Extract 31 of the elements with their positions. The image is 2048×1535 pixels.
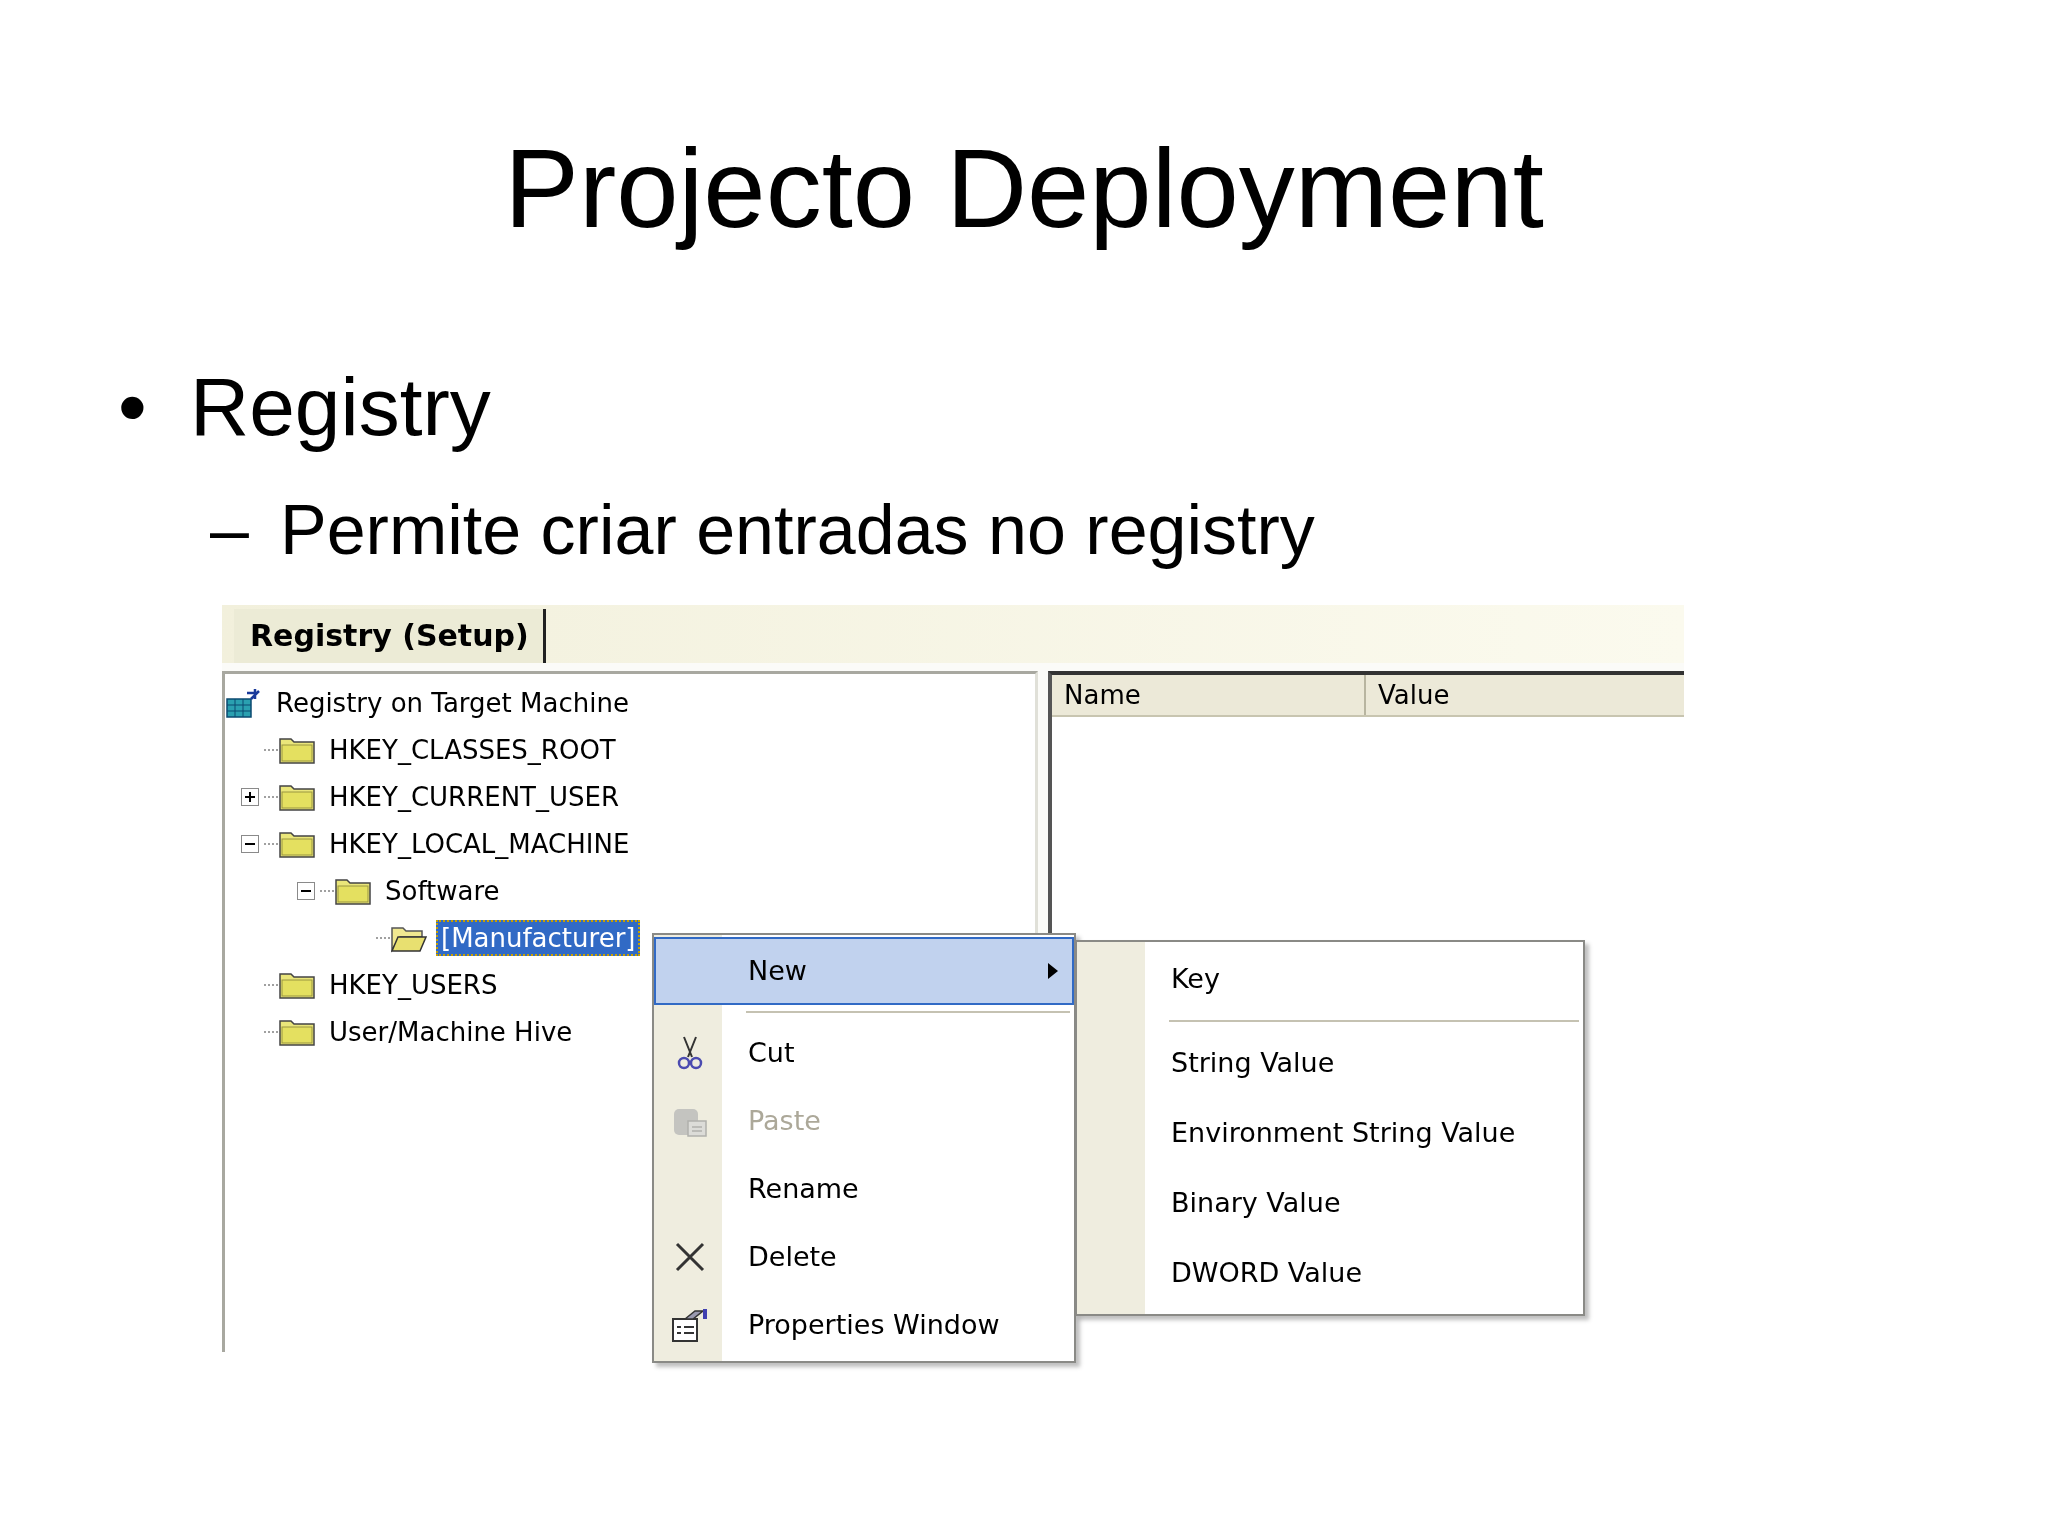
delete-icon [674,1240,706,1273]
expand-icon[interactable] [241,788,259,807]
menu-item[interactable]: Key [1171,963,1220,995]
menu-item[interactable]: DWORD Value [1171,1257,1363,1289]
menu-item[interactable]: Rename [748,1173,859,1205]
properties-icon [671,1306,709,1343]
menu-item[interactable]: New [748,955,807,987]
collapse-icon[interactable] [297,882,315,901]
tree-item[interactable]: HKEY_USERS [324,967,503,1004]
bullet-marker: • [118,365,148,448]
menu-item[interactable]: Binary Value [1171,1187,1341,1219]
menu-item[interactable]: String Value [1171,1047,1335,1079]
tree-item[interactable]: Software [380,873,505,910]
menu-item[interactable]: Properties Window [748,1309,1000,1341]
menu-item[interactable]: Delete [748,1241,837,1273]
column-header[interactable]: Name [1052,674,1366,715]
collapse-icon[interactable] [241,835,259,854]
tree-item[interactable]: [Manufacturer] [436,920,641,957]
tree-item[interactable]: Registry on Target Machine [271,685,634,722]
tree-item[interactable]: HKEY_CURRENT_USER [324,779,624,816]
scissors-icon [676,1034,704,1071]
registry-icon [225,687,263,720]
tree-item[interactable]: HKEY_LOCAL_MACHINE [324,826,635,863]
menu-item[interactable]: Environment String Value [1171,1117,1516,1149]
tab[interactable]: Registry (Setup) [234,608,546,663]
menu-item[interactable]: Cut [748,1037,795,1069]
tree-item[interactable]: HKEY_CLASSES_ROOT [324,732,621,769]
bullet-marker: – [210,494,250,565]
column-header[interactable]: Value [1366,674,1450,715]
slide-title: Projecto Deployment [503,125,1545,253]
tree-item[interactable]: User/Machine Hive [324,1014,578,1051]
